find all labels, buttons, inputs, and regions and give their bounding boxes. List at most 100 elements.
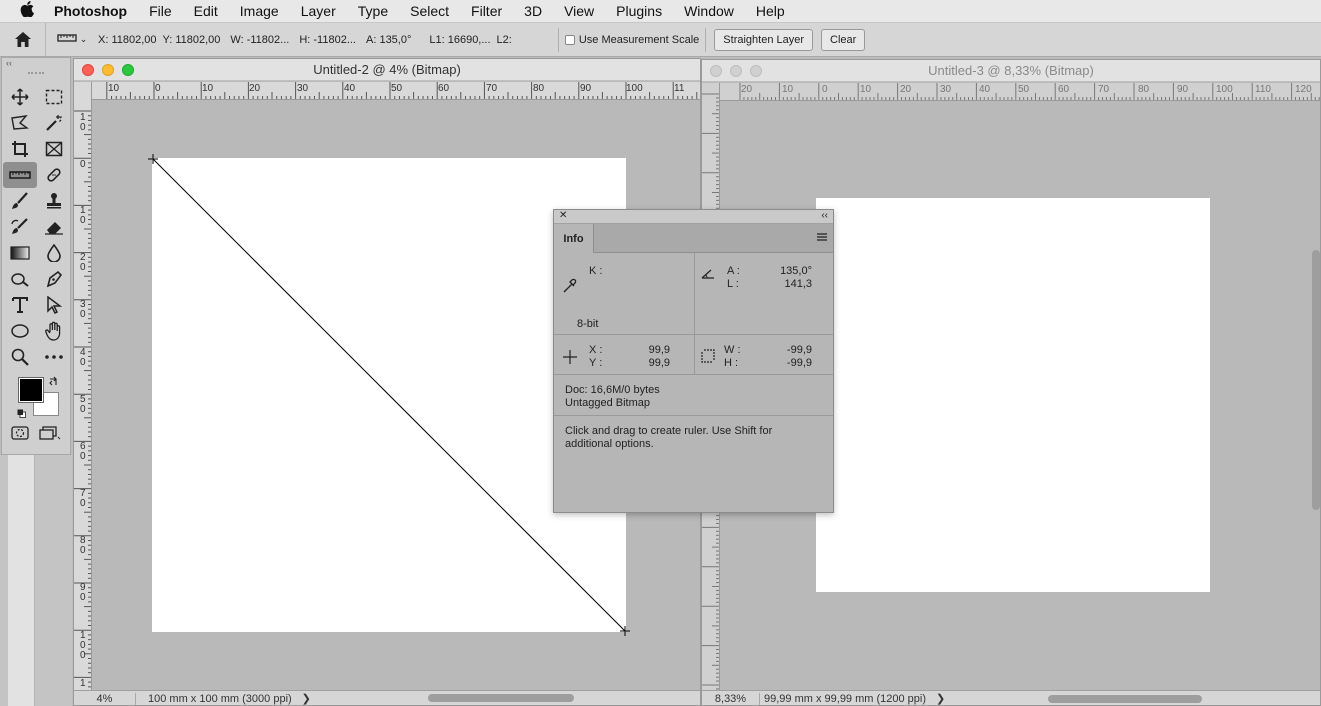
blur-icon[interactable] xyxy=(37,240,71,266)
history-brush-icon[interactable] xyxy=(3,214,37,240)
panel-menu-icon[interactable] xyxy=(817,233,827,241)
color-profile: Untagged Bitmap xyxy=(565,397,650,409)
eraser-icon[interactable] xyxy=(37,214,71,240)
close-window-button[interactable] xyxy=(82,63,94,76)
ruler-tool-icon xyxy=(57,33,77,46)
options-bar: ⌄ X: 11802,00 Y: 11802,00 W: -11802... H… xyxy=(0,23,1321,57)
menu-plugins[interactable]: Plugins xyxy=(605,3,673,19)
brush-icon[interactable] xyxy=(3,188,37,214)
tool-preset-picker[interactable]: ⌄ xyxy=(46,33,98,46)
tool-hint-line-1: Click and drag to create ruler. Use Shif… xyxy=(565,425,773,437)
toolbar-collapse-icon[interactable]: ‹‹ xyxy=(2,58,70,68)
ruler-label: 10 xyxy=(860,84,872,95)
move-icon[interactable] xyxy=(3,84,37,110)
healing-icon[interactable] xyxy=(37,162,71,188)
collapse-panel-icon[interactable]: ‹‹ xyxy=(821,210,828,221)
ruler-label: 80 xyxy=(1138,84,1150,95)
zoom-icon[interactable] xyxy=(3,344,37,370)
zoom-window-button[interactable] xyxy=(122,63,134,76)
y-value: 99,9 xyxy=(648,357,670,369)
stamp-icon[interactable] xyxy=(37,188,71,214)
menu-layer[interactable]: Layer xyxy=(290,3,347,19)
eyedropper-icon xyxy=(563,277,577,296)
hand-icon[interactable] xyxy=(37,318,71,344)
info-color-section: K : 8-bit A : 135,0° L : 141,3 xyxy=(554,253,833,335)
document-titlebar[interactable]: Untitled-3 @ 8,33% (Bitmap) xyxy=(702,60,1320,82)
ellipse-icon[interactable] xyxy=(3,318,37,344)
more-icon[interactable] xyxy=(37,344,71,370)
menu-help[interactable]: Help xyxy=(745,3,796,19)
w-value: -99,9 xyxy=(786,344,812,356)
minimize-window-button[interactable] xyxy=(102,63,114,76)
magic-wand-icon[interactable] xyxy=(37,110,71,136)
ruler-label: 20 xyxy=(741,84,753,95)
color-swatches xyxy=(2,372,70,422)
a-value: 135,0° xyxy=(780,265,812,277)
dodge-icon[interactable] xyxy=(3,266,37,292)
zoom-level[interactable]: 4% xyxy=(74,692,136,705)
close-panel-icon[interactable]: ✕ xyxy=(559,210,567,221)
clear-button[interactable]: Clear xyxy=(821,28,866,51)
pen-icon[interactable] xyxy=(37,266,71,292)
default-colors-icon[interactable] xyxy=(17,407,26,418)
document-info: 99,99 mm x 99,99 mm (1200 ppi) xyxy=(764,692,927,705)
k-label: K : xyxy=(589,265,603,277)
status-menu-chevron-icon[interactable]: ❯ xyxy=(926,692,945,705)
menu-file[interactable]: File xyxy=(138,3,183,19)
frame-icon[interactable] xyxy=(37,136,71,162)
apple-icon[interactable] xyxy=(0,0,54,22)
menu-app[interactable]: Photoshop xyxy=(54,3,138,19)
crop-icon[interactable] xyxy=(3,136,37,162)
checkbox-box[interactable] xyxy=(564,34,575,45)
foreground-color-swatch[interactable] xyxy=(18,377,44,403)
minimize-window-button[interactable] xyxy=(730,64,742,77)
menu-image[interactable]: Image xyxy=(229,3,290,19)
angle-icon xyxy=(701,268,715,283)
status-menu-chevron-icon[interactable]: ❯ xyxy=(292,692,311,705)
h-value: -99,9 xyxy=(786,357,812,369)
option-l1: L1: 16690,... xyxy=(429,33,491,46)
vertical-scrollbar[interactable] xyxy=(1312,250,1320,510)
ruler-label: 10 xyxy=(782,84,794,95)
straighten-layer-button[interactable]: Straighten Layer xyxy=(714,28,814,51)
x-value: 99,9 xyxy=(648,344,670,356)
info-panel[interactable]: ✕ ‹‹ Info K : 8-bit A : 135,0° L : 141,3… xyxy=(553,209,834,513)
home-icon[interactable] xyxy=(0,23,46,56)
swap-colors-icon[interactable] xyxy=(49,376,59,389)
horizontal-scrollbar[interactable] xyxy=(428,694,574,702)
quick-mask-icon[interactable] xyxy=(11,426,29,443)
measurement-scale-checkbox[interactable]: Use Measurement Scale xyxy=(564,34,699,46)
horizontal-ruler[interactable]: 20 10 0 10 20 30 40 50 60 70 80 90 100 1… xyxy=(720,83,1320,101)
menu-select[interactable]: Select xyxy=(399,3,460,19)
horizontal-scrollbar[interactable] xyxy=(1048,695,1202,703)
type-icon[interactable] xyxy=(3,292,37,318)
menu-view[interactable]: View xyxy=(553,3,605,19)
menu-filter[interactable]: Filter xyxy=(460,3,513,19)
ruler-icon[interactable] xyxy=(3,162,37,188)
info-document-section: Doc: 16,6M/0 bytes Untagged Bitmap xyxy=(554,375,833,416)
menu-type[interactable]: Type xyxy=(347,3,399,19)
doc-size: Doc: 16,6M/0 bytes xyxy=(565,384,660,396)
document-canvas[interactable] xyxy=(816,198,1210,592)
ruler-label: 90 xyxy=(1177,84,1189,95)
toolbar-grip[interactable] xyxy=(28,72,44,82)
marquee-icon[interactable] xyxy=(37,84,71,110)
menubar: Photoshop File Edit Image Layer Type Sel… xyxy=(0,0,1321,23)
tab-info[interactable]: Info xyxy=(554,224,594,253)
document-status-bar: 4% 100 mm x 100 mm (3000 ppi) ❯ xyxy=(74,690,700,705)
screen-mode-icon[interactable] xyxy=(39,426,61,443)
lasso-icon[interactable] xyxy=(3,110,37,136)
gradient-icon[interactable] xyxy=(3,240,37,266)
menu-window[interactable]: Window xyxy=(673,3,745,19)
l-label: L : xyxy=(727,278,739,290)
ruler-label: 100 xyxy=(1216,84,1233,95)
crosshair-icon xyxy=(562,349,578,368)
option-x: X: 11802,00 xyxy=(98,33,157,46)
zoom-level[interactable]: 8,33% xyxy=(702,692,760,705)
menu-3d[interactable]: 3D xyxy=(513,3,553,19)
menu-edit[interactable]: Edit xyxy=(183,3,229,19)
close-window-button[interactable] xyxy=(710,64,722,77)
path-select-icon[interactable] xyxy=(37,292,71,318)
zoom-window-button[interactable] xyxy=(750,64,762,77)
panel-header[interactable]: ✕ ‹‹ xyxy=(554,210,833,224)
